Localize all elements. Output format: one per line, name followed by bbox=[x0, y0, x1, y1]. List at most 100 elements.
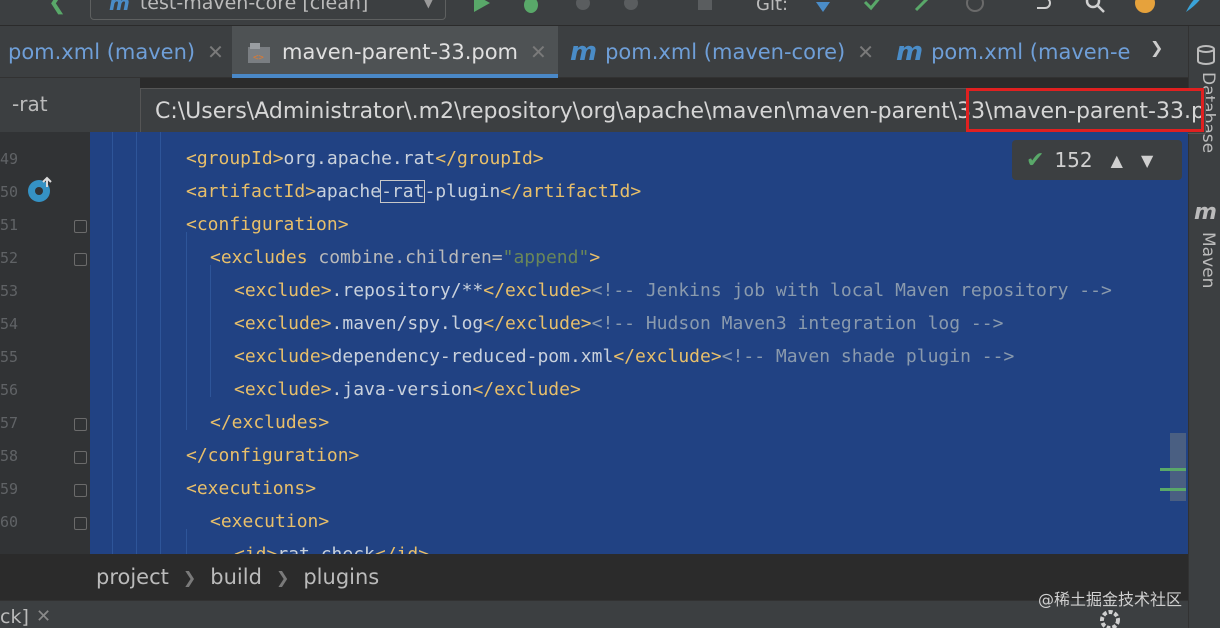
xml-tag: </groupId> bbox=[435, 148, 544, 169]
xml-tag: </exclude> bbox=[472, 379, 581, 400]
code-line: <groupId>org.apache.rat</groupId> bbox=[186, 142, 544, 175]
stop-icon[interactable] bbox=[694, 0, 716, 14]
change-marker[interactable] bbox=[1160, 488, 1186, 491]
tab-pom-maven-e[interactable]: m pom.xml (maven-e bbox=[896, 26, 1136, 78]
run-icon[interactable] bbox=[470, 0, 492, 14]
coverage-icon[interactable] bbox=[572, 0, 594, 14]
previous-occurrence-icon[interactable]: ▲ bbox=[1111, 151, 1123, 170]
tool-window-tab-label[interactable]: ck] bbox=[0, 606, 29, 628]
fold-marker-icon[interactable] bbox=[74, 220, 87, 233]
git-push-icon[interactable] bbox=[912, 0, 934, 14]
line-number: 51 bbox=[0, 216, 19, 234]
line-number: 60 bbox=[0, 513, 19, 531]
find-query-text[interactable]: -rat bbox=[12, 92, 48, 116]
xml-text: -plugin bbox=[424, 181, 501, 202]
update-icon[interactable] bbox=[1134, 0, 1156, 14]
xml-text: dependency-reduced-pom.xml bbox=[331, 346, 614, 367]
git-commit-icon[interactable] bbox=[862, 0, 884, 14]
tab-label: maven-parent-33.pom bbox=[282, 40, 519, 64]
fold-marker-icon[interactable] bbox=[74, 517, 87, 530]
indent-guide bbox=[210, 265, 211, 397]
close-icon[interactable]: ✕ bbox=[530, 40, 547, 64]
line-number: 57 bbox=[0, 414, 19, 432]
xml-tag: </exclude> bbox=[483, 313, 592, 334]
maven-tool-icon[interactable]: m bbox=[1194, 200, 1217, 225]
breadcrumb-item[interactable]: plugins bbox=[303, 565, 379, 589]
debug-icon[interactable] bbox=[520, 0, 542, 14]
xml-text: rat-check bbox=[277, 544, 375, 554]
maven-icon: m bbox=[109, 0, 130, 15]
tab-pom-maven[interactable]: pom.xml (maven) ✕ bbox=[0, 26, 230, 78]
search-results-counter: ✔ 152 ▲ ▼ bbox=[1012, 140, 1182, 180]
xml-tag: </artifactId> bbox=[500, 181, 642, 202]
line-number: 59 bbox=[0, 480, 19, 498]
plugin-logo-icon bbox=[1186, 0, 1200, 12]
tab-pom-maven-core[interactable]: m pom.xml (maven-core) ✕ bbox=[570, 26, 884, 78]
database-icon[interactable] bbox=[1196, 44, 1216, 66]
line-number: 56 bbox=[0, 381, 19, 399]
rollback-icon[interactable] bbox=[1030, 0, 1052, 14]
xml-tag: </exclude> bbox=[613, 346, 722, 367]
xml-tag: </exclude> bbox=[483, 280, 592, 301]
search-match-highlight: -rat bbox=[380, 180, 426, 203]
file-path-directory: C:\Users\Administrator\.m2\repository\or… bbox=[155, 98, 993, 124]
xml-text: apache bbox=[316, 181, 382, 202]
code-line: <executions> bbox=[186, 472, 316, 505]
fold-marker-icon[interactable] bbox=[74, 418, 87, 431]
code-line: <exclude>.repository/**</exclude><!-- Je… bbox=[234, 274, 1112, 307]
xml-comment: <!-- Jenkins job with local Maven reposi… bbox=[591, 280, 1112, 301]
xml-tag: <groupId> bbox=[186, 148, 284, 169]
tool-window-bar bbox=[0, 600, 1188, 628]
show-all-tabs-chevron-icon[interactable]: ❯ bbox=[1150, 38, 1163, 57]
watermark: @稀土掘金技术社区 bbox=[1038, 590, 1183, 609]
xml-tag: </excludes> bbox=[210, 412, 330, 433]
xml-tag: <exclude> bbox=[234, 313, 332, 334]
line-number: 53 bbox=[0, 282, 19, 300]
line-number: 55 bbox=[0, 348, 19, 366]
maven-tool-label[interactable]: Maven bbox=[1198, 232, 1218, 288]
tab-label: pom.xml (maven-e bbox=[931, 40, 1131, 64]
breadcrumb-item[interactable]: project bbox=[96, 565, 169, 589]
chevron-down-icon: ▼ bbox=[423, 0, 433, 10]
profile-icon[interactable] bbox=[620, 0, 642, 14]
fold-marker-icon[interactable] bbox=[74, 484, 87, 497]
fold-marker-icon[interactable] bbox=[74, 451, 87, 464]
chevron-right-icon: ❯ bbox=[275, 567, 290, 587]
fold-marker-icon[interactable] bbox=[74, 253, 87, 266]
gear-icon[interactable] bbox=[1098, 608, 1122, 628]
overridden-method-icon[interactable] bbox=[26, 176, 54, 204]
code-line: <exclude>.java-version</exclude> bbox=[234, 373, 581, 406]
git-history-icon[interactable] bbox=[964, 0, 986, 14]
run-configuration-label: test-maven-core [clean] bbox=[139, 0, 369, 14]
xml-tag: > bbox=[589, 247, 601, 268]
xml-attribute-value: "append" bbox=[502, 247, 590, 268]
maven-icon: m bbox=[570, 37, 598, 67]
close-icon[interactable]: ✕ bbox=[207, 40, 224, 64]
xml-comment: <!-- Hudson Maven3 integration log --> bbox=[591, 313, 1004, 334]
close-icon[interactable]: ✕ bbox=[857, 40, 874, 64]
line-number: 54 bbox=[0, 315, 19, 333]
xml-tag: <configuration> bbox=[186, 214, 349, 235]
code-line: <artifactId>apache-rat-plugin</artifactI… bbox=[186, 175, 641, 208]
tab-label: pom.xml (maven) bbox=[8, 40, 196, 64]
indent-guide bbox=[112, 132, 113, 554]
close-icon[interactable]: ✕ bbox=[36, 606, 51, 627]
code-line: <execution> bbox=[210, 505, 329, 538]
breadcrumb-item[interactable]: build bbox=[210, 565, 262, 589]
change-marker[interactable] bbox=[1160, 468, 1186, 471]
run-configuration-selector[interactable]: m test-maven-core [clean] ▼ bbox=[90, 0, 446, 20]
code-editor[interactable]: <groupId>org.apache.rat</groupId> <artif… bbox=[90, 132, 1188, 554]
navigate-back-icon[interactable]: ❮ bbox=[48, 0, 66, 15]
line-number: 52 bbox=[0, 249, 19, 267]
xml-tag: </id> bbox=[375, 544, 429, 554]
git-update-icon[interactable] bbox=[812, 0, 834, 14]
code-line: <id>rat-check</id> bbox=[234, 538, 429, 554]
svg-text:<>: <> bbox=[253, 53, 264, 63]
next-occurrence-icon[interactable]: ▼ bbox=[1141, 151, 1153, 170]
search-icon[interactable] bbox=[1084, 0, 1106, 14]
xml-tag: <exclude> bbox=[234, 280, 332, 301]
xml-tag: <execution> bbox=[210, 511, 330, 532]
xml-tag: <id> bbox=[234, 544, 277, 554]
tab-maven-parent-33-pom[interactable]: <> maven-parent-33.pom ✕ bbox=[232, 26, 558, 78]
xml-tag: <exclude> bbox=[234, 379, 332, 400]
